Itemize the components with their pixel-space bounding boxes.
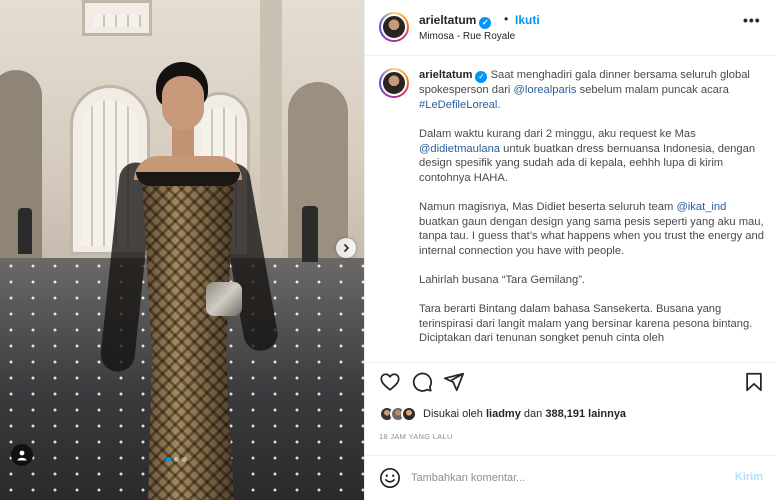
heart-icon[interactable] [379,371,401,393]
liker-username[interactable]: liadmy [486,408,521,420]
woman-in-songket-dress [99,60,281,500]
post-media[interactable] [0,0,364,500]
carousel-dot [166,457,171,462]
carousel-dot [174,457,179,462]
caption-text-run: Dalam waktu kurang dari 2 minggu, aku re… [419,128,696,141]
send-comment-button[interactable]: Kirim [735,471,763,483]
avatar[interactable] [379,12,409,42]
avatar [401,406,417,422]
tag-user-icon[interactable] [11,444,33,466]
more-options-icon[interactable]: ••• [743,12,761,28]
verified-icon: ✓ [479,16,492,29]
bookmark-icon[interactable] [743,371,765,393]
caption-text: arieltatum ✓ Saat menghadiri gala dinner … [419,68,765,361]
background-person [302,206,318,262]
caption-text-run: buatkan gaun dengan design yang sama pes… [419,215,764,257]
post-side-panel: arieltatum ✓ • Ikuti Mimosa - Rue Royale … [364,0,776,500]
post-timestamp[interactable]: 18 JAM YANG LALU [379,432,453,441]
caption-username[interactable]: arieltatum [419,69,472,81]
next-arrow-icon[interactable] [336,238,356,258]
carousel-indicator [166,457,187,462]
follow-button[interactable]: Ikuti [515,13,540,27]
comment-icon[interactable] [411,371,433,393]
mention-link[interactable]: @ikat_ind [676,201,726,213]
liker-avatars [379,406,417,422]
window-top [82,0,152,36]
mention-link[interactable]: @didietmaulana [419,143,500,155]
share-icon[interactable] [443,371,465,393]
caption-paragraph: Tara berarti Bintang dalam bahasa Sansek… [419,303,753,345]
background-person [18,208,32,254]
caption-text-run: sebelum malam puncak acara [576,84,729,97]
likes-summary[interactable]: Disukai oleh liadmy dan 388,191 lainnya [379,402,626,426]
likes-middle: dan [523,408,543,420]
arch-right [288,82,348,260]
caption-text-run: . [497,98,501,111]
action-bar [365,364,776,400]
likes-prefix: Disukai oleh [423,408,483,420]
location-link[interactable]: Mimosa - Rue Royale [419,31,515,42]
caption-text-run: Namun magisnya, Mas Didiet beserta selur… [419,201,677,214]
likes-count[interactable]: 388,191 lainnya [545,408,626,420]
mention-link[interactable]: @lorealparis [514,84,577,96]
header-username[interactable]: arieltatum ✓ [419,13,492,29]
username-text[interactable]: arieltatum [419,13,476,27]
instagram-post-viewer: arieltatum ✓ • Ikuti Mimosa - Rue Royale … [0,0,776,500]
hashtag-link[interactable]: #LeDefileLoreal [419,99,497,111]
separator-dot: • [504,12,509,26]
carousel-dot [182,457,187,462]
caption-paragraph: Lahirlah busana “Tara Gemilang”. [419,274,586,287]
caption-section[interactable]: arieltatum ✓ Saat menghadiri gala dinner … [365,57,776,363]
post-header: arieltatum ✓ • Ikuti Mimosa - Rue Royale … [365,0,776,56]
verified-icon: ✓ [475,71,488,84]
comment-bar: Kirim [365,455,776,500]
avatar[interactable] [379,68,409,98]
emoji-icon[interactable] [379,467,401,489]
clutch-bag [206,282,242,316]
comment-input[interactable] [411,468,711,488]
